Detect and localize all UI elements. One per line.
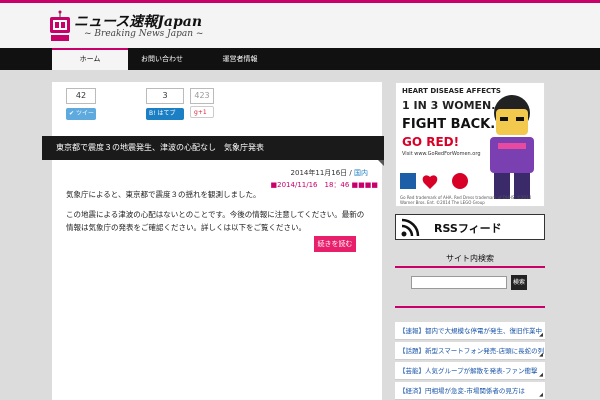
- post-paragraph-1: 気象庁によると、東京都で震度３の揺れを観測しました。: [66, 190, 261, 199]
- hatena-button[interactable]: B! はてブ: [146, 108, 184, 120]
- post-date: 2014年11月16日: [290, 169, 348, 177]
- post-title[interactable]: 東京都で震度３の地震発生、津波の心配なし 気象庁発表: [42, 136, 384, 166]
- site-title[interactable]: ニュース速報Japan: [74, 11, 202, 31]
- related-link-4[interactable]: 【経済】円相場が急変-市場関係者の見方は: [395, 382, 545, 400]
- hatena-label: はてブ: [157, 110, 176, 117]
- hatena-count: 3: [146, 88, 184, 104]
- post-paragraph-2: この地震による津波の心配はないとのことです。今後の情報に注意してください。最新の…: [66, 210, 365, 232]
- site-header: ニュース速報Japan ~ Breaking News Japan ~: [0, 3, 600, 48]
- nav-item-contact[interactable]: お問い合わせ: [136, 48, 188, 70]
- rss-feed-button[interactable]: RSSフィード: [395, 214, 545, 240]
- search-button[interactable]: 検索: [511, 275, 527, 290]
- twitter-icon: ✔: [69, 110, 75, 117]
- post-category-link[interactable]: 国内: [354, 169, 368, 177]
- ad-character-figure: [490, 95, 534, 199]
- gplus-button[interactable]: g+1: [190, 106, 214, 118]
- hatena-icon: B!: [149, 110, 156, 117]
- rss-label: RSSフィード: [434, 222, 502, 235]
- logo-icon[interactable]: [48, 9, 72, 45]
- nav-item-about[interactable]: 運営者情報: [214, 48, 266, 70]
- nav-item-home[interactable]: ホーム: [52, 48, 128, 70]
- tweet-count: 42: [66, 88, 96, 104]
- ad-line-4: GO RED!: [402, 135, 460, 149]
- rss-icon: [401, 218, 420, 237]
- ad-fineprint: Go Red trademark of AHA. Red Dress trade…: [400, 195, 532, 205]
- search-input[interactable]: [411, 276, 507, 289]
- gplus-count: 423: [190, 88, 214, 104]
- sidebar-ad-banner[interactable]: HEART DISEASE AFFECTS 1 IN 3 WOMEN. FIGH…: [395, 82, 545, 207]
- ad-sponsor-logos: [400, 173, 468, 189]
- search-widget-title: サイト内検索: [395, 250, 545, 268]
- site-tagline: ~ Breaking News Japan ~: [84, 29, 204, 39]
- read-more-button[interactable]: 続きを読む: [314, 236, 356, 252]
- related-link-3[interactable]: 【芸能】人気グループが解散を発表-ファン衝撃: [395, 362, 545, 380]
- widget-divider: [395, 296, 545, 308]
- ad-line-5: Visit www.GoRedForWomen.org: [402, 151, 481, 157]
- related-link-2[interactable]: 【話題】新型スマートフォン発売-店頭に長蛇の列: [395, 342, 545, 360]
- related-link-1[interactable]: 【速報】都内で大規模な停電が発生、復旧作業中: [395, 322, 545, 340]
- post-meta: 2014年11月16日 / 国内: [290, 169, 368, 177]
- main-nav: ホーム お問い合わせ 運営者情報: [0, 48, 600, 70]
- gplus-label: +1: [197, 109, 207, 116]
- tweet-button[interactable]: ✔ ツイート: [66, 108, 96, 129]
